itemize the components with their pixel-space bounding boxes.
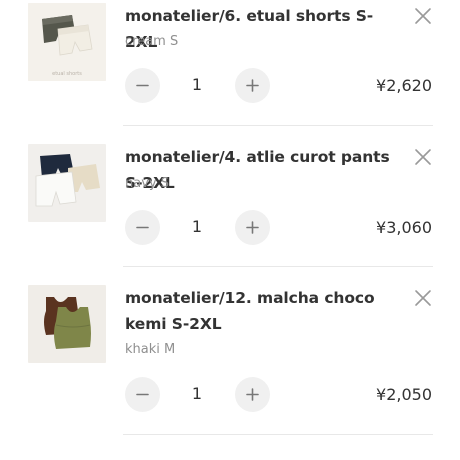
divider [123, 125, 433, 126]
plus-icon [246, 388, 259, 401]
increase-quantity-button[interactable] [235, 210, 270, 245]
item-price: ¥3,060 [376, 218, 432, 237]
plus-icon [246, 221, 259, 234]
minus-icon [136, 226, 149, 229]
product-variant: cream S [125, 34, 179, 49]
close-icon [415, 149, 431, 165]
increase-quantity-button[interactable] [235, 68, 270, 103]
quantity-value: 1 [191, 384, 203, 403]
product-variant: navy S [125, 176, 169, 191]
item-price: ¥2,050 [376, 385, 432, 404]
thumbnail-caption: etual shorts [52, 71, 82, 77]
close-icon [415, 8, 431, 24]
minus-icon [136, 393, 149, 396]
plus-icon [246, 79, 259, 92]
increase-quantity-button[interactable] [235, 377, 270, 412]
item-price: ¥2,620 [376, 76, 432, 95]
product-variant: khaki M [125, 342, 176, 357]
product-thumbnail[interactable] [28, 285, 106, 363]
decrease-quantity-button[interactable] [125, 377, 160, 412]
vest-image [28, 285, 106, 363]
product-thumbnail[interactable] [28, 144, 106, 222]
shorts-image [28, 3, 106, 81]
quantity-value: 1 [191, 75, 203, 94]
divider [123, 266, 433, 267]
quantity-value: 1 [191, 217, 203, 236]
pants-image [28, 144, 106, 222]
remove-item-button[interactable] [412, 146, 434, 168]
divider [123, 434, 433, 435]
decrease-quantity-button[interactable] [125, 210, 160, 245]
product-thumbnail[interactable]: etual shorts [28, 3, 106, 81]
product-title[interactable]: monatelier/12. malcha choco kemi S-2XL [125, 285, 400, 337]
remove-item-button[interactable] [412, 287, 434, 309]
remove-item-button[interactable] [412, 5, 434, 27]
minus-icon [136, 84, 149, 87]
close-icon [415, 290, 431, 306]
decrease-quantity-button[interactable] [125, 68, 160, 103]
